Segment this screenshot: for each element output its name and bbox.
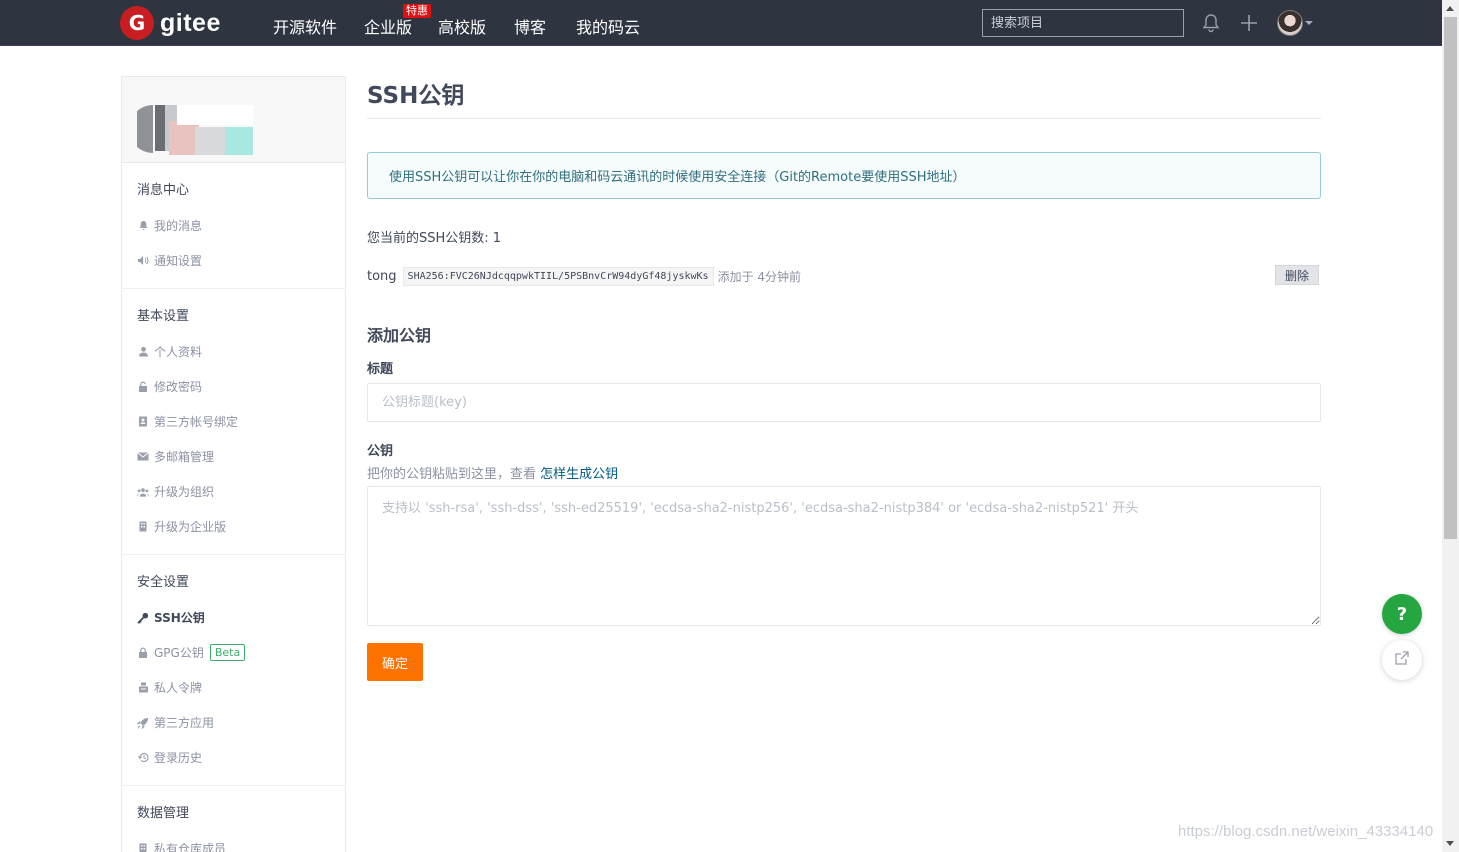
bell-icon xyxy=(137,220,149,232)
key-title-input[interactable] xyxy=(367,383,1321,422)
gitee-logo-text: gitee xyxy=(160,8,221,37)
gitee-logo[interactable]: G gitee xyxy=(120,6,221,40)
sidebar-item-label: 升级为企业版 xyxy=(154,520,227,534)
help-button[interactable]: ? xyxy=(1382,594,1422,634)
nav-link-open-source[interactable]: 开源软件 xyxy=(273,14,337,38)
sidebar-section-data: 数据管理 私有仓库成员 xyxy=(122,786,345,852)
sidebar-section-title: 数据管理 xyxy=(137,806,190,821)
public-key-textarea[interactable] xyxy=(367,486,1321,626)
sidebar-item-label: GPG公钥 xyxy=(154,646,204,660)
sidebar-item-third-party-apps[interactable]: 第三方应用 xyxy=(122,705,345,740)
sidebar-item-label: 多邮箱管理 xyxy=(154,450,215,464)
sidebar-item-change-password[interactable]: 修改密码 xyxy=(122,369,345,404)
info-banner-text: 使用SSH公钥可以让你在你的电脑和码云通讯的时候使用安全连接（Git的Remot… xyxy=(389,170,966,185)
mail-icon xyxy=(137,451,149,463)
beta-badge: Beta xyxy=(209,644,246,661)
sidebar-item-label: 第三方应用 xyxy=(154,716,215,730)
scroll-up-arrow-icon[interactable] xyxy=(1446,6,1454,11)
ssh-key-added-time: 添加于 4分钟前 xyxy=(717,269,802,284)
how-to-generate-key-link[interactable]: 怎样生成公钥 xyxy=(540,467,618,482)
nav-link-education[interactable]: 高校版 xyxy=(438,14,486,38)
key-icon xyxy=(137,612,149,624)
plus-icon[interactable] xyxy=(1238,12,1260,34)
sidebar-item-upgrade-org[interactable]: 升级为组织 xyxy=(122,474,345,509)
gitee-logo-mark: G xyxy=(120,6,154,40)
sidebar-item-private-repo-members[interactable]: 私有仓库成员 xyxy=(122,831,345,852)
sidebar-item-notification-settings[interactable]: 通知设置 xyxy=(122,243,345,278)
sidebar-item-upgrade-enterprise[interactable]: 升级为企业版 xyxy=(122,509,345,544)
scrollbar-thumb[interactable] xyxy=(1444,17,1457,539)
sidebar-item-label: 修改密码 xyxy=(154,380,203,394)
building-icon xyxy=(137,521,149,533)
delete-key-button[interactable]: 删除 xyxy=(1275,265,1319,285)
submit-button[interactable]: 确定 xyxy=(367,643,423,681)
ssh-key-row: tong SHA256:FVC26NJdcqqpwkTIIL/5PSBnvCrW… xyxy=(367,264,1321,288)
group-icon xyxy=(137,486,149,498)
info-banner: 使用SSH公钥可以让你在你的电脑和码云通讯的时候使用安全连接（Git的Remot… xyxy=(367,152,1321,199)
sidebar-item-label: 我的消息 xyxy=(154,219,203,233)
sidebar-item-private-tokens[interactable]: 私人令牌 xyxy=(122,670,345,705)
external-link-icon xyxy=(1394,650,1410,670)
id-card-icon xyxy=(137,416,149,428)
profile-avatar[interactable] xyxy=(137,91,253,161)
user-avatar[interactable] xyxy=(1277,10,1303,36)
token-icon xyxy=(137,682,149,694)
user-icon xyxy=(137,346,149,358)
sidebar-item-gpg-keys[interactable]: GPG公钥 Beta xyxy=(122,635,345,670)
nav-link-blog[interactable]: 博客 xyxy=(514,14,546,38)
main-content: SSH公钥 使用SSH公钥可以让你在你的电脑和码云通讯的时候使用安全连接（Git… xyxy=(367,72,1321,681)
key-title-label: 标题 xyxy=(367,362,394,377)
sidebar-section-title: 安全设置 xyxy=(137,575,190,590)
lock-icon xyxy=(137,381,149,393)
scroll-down-arrow-icon[interactable] xyxy=(1446,841,1454,846)
top-navbar: G gitee 开源软件 企业版 特惠 高校版 博客 我的码云 xyxy=(0,0,1442,46)
add-key-section-title: 添加公钥 xyxy=(367,326,432,345)
feedback-button[interactable] xyxy=(1382,640,1422,680)
sidebar-item-label: 登录历史 xyxy=(154,751,203,765)
sidebar-item-third-party-binding[interactable]: 第三方帐号绑定 xyxy=(122,404,345,439)
rocket-icon xyxy=(137,717,149,729)
sidebar-section-title: 基本设置 xyxy=(137,309,190,324)
public-key-hint-text: 把你的公钥粘贴到这里，查看 xyxy=(367,467,541,482)
speaker-icon xyxy=(137,255,149,267)
ssh-key-count: 您当前的SSH公钥数: 1 xyxy=(367,231,502,246)
sidebar-item-login-history[interactable]: 登录历史 xyxy=(122,740,345,775)
sidebar-item-label: 升级为组织 xyxy=(154,485,215,499)
sidebar-section-basic: 基本设置 个人资料 修改密码 第三方帐号绑定 多邮箱管理 升级为组织 升级为企业… xyxy=(122,289,345,555)
nav-link-my-gitee[interactable]: 我的码云 xyxy=(576,14,640,38)
enterprise-promo-badge: 特惠 xyxy=(403,4,431,18)
sidebar-item-label: 私有仓库成员 xyxy=(154,842,227,852)
ssh-key-fingerprint: SHA256:FVC26NJdcqqpwkTIIL/5PSBnvCrW94dyG… xyxy=(402,266,714,286)
sidebar-item-profile[interactable]: 个人资料 xyxy=(122,334,345,369)
sidebar-profile-header xyxy=(122,77,345,163)
sidebar-item-label: 通知设置 xyxy=(154,254,203,268)
public-key-label: 公钥 xyxy=(367,444,394,459)
public-key-hint: 把你的公钥粘贴到这里，查看 怎样生成公钥 xyxy=(367,463,1321,482)
lock-icon xyxy=(137,647,149,659)
sidebar-item-my-messages[interactable]: 我的消息 xyxy=(122,208,345,243)
search-input[interactable] xyxy=(982,9,1184,37)
sidebar-item-email-management[interactable]: 多邮箱管理 xyxy=(122,439,345,474)
bell-icon[interactable] xyxy=(1200,12,1222,34)
building-icon xyxy=(137,843,149,852)
blog-watermark: https://blog.csdn.net/weixin_43334140 xyxy=(1178,823,1434,840)
chevron-down-icon[interactable] xyxy=(1305,21,1313,25)
sidebar-section-messages: 消息中心 我的消息 通知设置 xyxy=(122,163,345,289)
sidebar-item-label: SSH公钥 xyxy=(154,611,205,625)
help-question-icon: ? xyxy=(1396,603,1408,625)
sidebar-item-label: 私人令牌 xyxy=(154,681,203,695)
sidebar-item-label: 个人资料 xyxy=(154,345,203,359)
history-icon xyxy=(137,752,149,764)
sidebar-section-security: 安全设置 SSH公钥 GPG公钥 Beta 私人令牌 第三方应用 登录历史 xyxy=(122,555,345,786)
sidebar-item-label: 第三方帐号绑定 xyxy=(154,415,239,429)
page-title: SSH公钥 xyxy=(367,72,1321,119)
sidebar-section-title: 消息中心 xyxy=(137,183,190,198)
settings-sidebar: 消息中心 我的消息 通知设置 基本设置 个人资料 修改密码 第三方帐号绑定 多邮… xyxy=(121,76,346,852)
ssh-key-title: tong xyxy=(367,268,397,284)
page-scrollbar[interactable] xyxy=(1442,0,1459,852)
sidebar-item-ssh-keys[interactable]: SSH公钥 xyxy=(122,600,345,635)
